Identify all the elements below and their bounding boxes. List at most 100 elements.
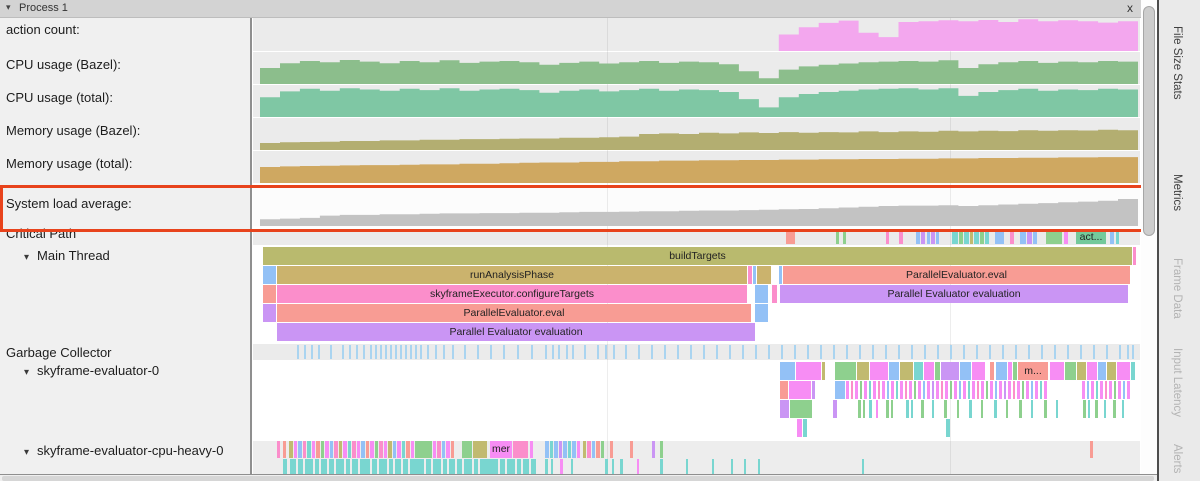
trace-slice[interactable] <box>1028 345 1030 359</box>
collapse-track-icon[interactable]: ▾ <box>24 447 29 458</box>
trace-slice[interactable] <box>878 381 880 399</box>
trace-slice[interactable] <box>433 441 436 458</box>
trace-slice[interactable] <box>833 400 837 418</box>
track-label-critical-path[interactable]: Critical Path <box>6 226 76 241</box>
trace-slice[interactable] <box>898 345 900 359</box>
trace-slice[interactable] <box>531 459 536 474</box>
trace-slice[interactable] <box>803 419 807 437</box>
trace-slice[interactable] <box>855 381 858 399</box>
trace-slice[interactable] <box>1077 362 1086 380</box>
trace-slice[interactable] <box>887 381 889 399</box>
trace-slice[interactable] <box>1090 441 1093 458</box>
trace-slice[interactable] <box>716 345 718 359</box>
trace-slice[interactable] <box>587 441 591 458</box>
trace-slice[interactable] <box>963 381 966 399</box>
trace-slice[interactable] <box>851 381 853 399</box>
trace-slice[interactable] <box>964 230 969 244</box>
trace-slice[interactable] <box>950 345 952 359</box>
trace-slice[interactable] <box>753 266 756 284</box>
trace-slice[interactable] <box>932 381 934 399</box>
trace-slice[interactable] <box>944 400 947 418</box>
trace-slice[interactable] <box>620 459 623 474</box>
trace-slice[interactable] <box>1013 381 1015 399</box>
trace-slice[interactable] <box>366 441 369 458</box>
trace-slice[interactable] <box>954 381 957 399</box>
track-label-system-load-average[interactable]: System load average: <box>6 196 132 211</box>
trace-slice[interactable] <box>941 381 943 399</box>
trace-slice[interactable] <box>426 459 431 474</box>
trace-slice[interactable] <box>427 345 429 359</box>
trace-slice[interactable] <box>794 345 796 359</box>
trace-slice[interactable] <box>1056 400 1058 418</box>
trace-slice[interactable] <box>1031 381 1033 399</box>
trace-slice[interactable] <box>889 362 899 380</box>
trace-slice[interactable] <box>473 441 487 458</box>
trace-slice[interactable] <box>1123 381 1125 399</box>
trace-slice[interactable] <box>289 441 293 458</box>
trace-slice-buildtargets[interactable]: buildTargets <box>263 247 1132 265</box>
trace-slice[interactable] <box>996 362 1007 380</box>
trace-slice[interactable] <box>921 230 925 244</box>
trace-slice[interactable] <box>900 381 903 399</box>
trace-slice[interactable] <box>780 362 795 380</box>
track-label-memory-usage-bazel[interactable]: Memory usage (Bazel): <box>6 123 140 138</box>
trace-slice[interactable] <box>1035 381 1038 399</box>
trace-slice[interactable] <box>283 441 286 458</box>
trace-slice[interactable] <box>336 459 344 474</box>
trace-slice[interactable] <box>554 441 558 458</box>
trace-slice[interactable] <box>748 266 752 284</box>
trace-slice[interactable] <box>1098 362 1106 380</box>
trace-slice[interactable] <box>610 441 613 458</box>
trace-slice[interactable] <box>583 441 586 458</box>
trace-slice[interactable] <box>924 345 926 359</box>
trace-slice[interactable] <box>395 345 397 359</box>
trace-slice[interactable] <box>1022 381 1024 399</box>
trace-slice[interactable] <box>972 381 975 399</box>
trace-slice[interactable] <box>385 345 387 359</box>
trace-slice[interactable] <box>911 345 913 359</box>
trace-slice[interactable] <box>435 345 437 359</box>
trace-slice[interactable] <box>980 230 984 244</box>
trace-slice[interactable] <box>474 459 478 474</box>
trace-slice[interactable] <box>1118 381 1121 399</box>
sidebar-tab-metrics[interactable]: Metrics <box>1171 174 1183 211</box>
trace-slice[interactable] <box>864 381 867 399</box>
trace-slice[interactable] <box>652 441 655 458</box>
trace-slice[interactable] <box>886 400 889 418</box>
trace-slice[interactable] <box>797 419 802 437</box>
trace-slice[interactable] <box>876 400 878 418</box>
trace-slice[interactable] <box>446 441 450 458</box>
trace-slice[interactable] <box>568 441 571 458</box>
trace-slice[interactable] <box>318 345 320 359</box>
trace-slice[interactable] <box>927 381 930 399</box>
trace-slice[interactable] <box>348 441 351 458</box>
trace-slice[interactable] <box>312 441 315 458</box>
trace-slice[interactable] <box>372 459 377 474</box>
trace-slice[interactable] <box>1054 345 1056 359</box>
trace-slice[interactable] <box>755 304 768 322</box>
trace-slice[interactable] <box>406 441 410 458</box>
trace-slice[interactable] <box>651 345 653 359</box>
trace-slice[interactable] <box>311 345 313 359</box>
trace-slice[interactable] <box>1100 381 1103 399</box>
trace-slice[interactable] <box>316 441 320 458</box>
trace-slice[interactable] <box>379 459 387 474</box>
trace-slice[interactable] <box>976 345 978 359</box>
sidebar-tab-alerts[interactable]: Alerts <box>1171 444 1183 473</box>
trace-slice[interactable] <box>357 441 360 458</box>
trace-slice[interactable] <box>1050 362 1064 380</box>
trace-slice[interactable] <box>283 459 287 474</box>
collapse-process-icon[interactable]: ▾ <box>6 2 11 13</box>
trace-slice[interactable] <box>1122 400 1124 418</box>
trace-slice[interactable] <box>321 441 324 458</box>
trace-slice[interactable] <box>545 345 547 359</box>
trace-slice[interactable] <box>1044 400 1047 418</box>
trace-slice[interactable] <box>571 459 573 474</box>
track-label-cpu-usage-total[interactable]: CPU usage (total): <box>6 90 113 105</box>
trace-slice[interactable] <box>452 345 454 359</box>
trace-slice[interactable] <box>545 441 549 458</box>
trace-slice[interactable] <box>363 345 365 359</box>
trace-slice[interactable] <box>349 345 351 359</box>
track-label-action-count[interactable]: action count: <box>6 22 80 37</box>
trace-slice[interactable] <box>772 285 777 303</box>
